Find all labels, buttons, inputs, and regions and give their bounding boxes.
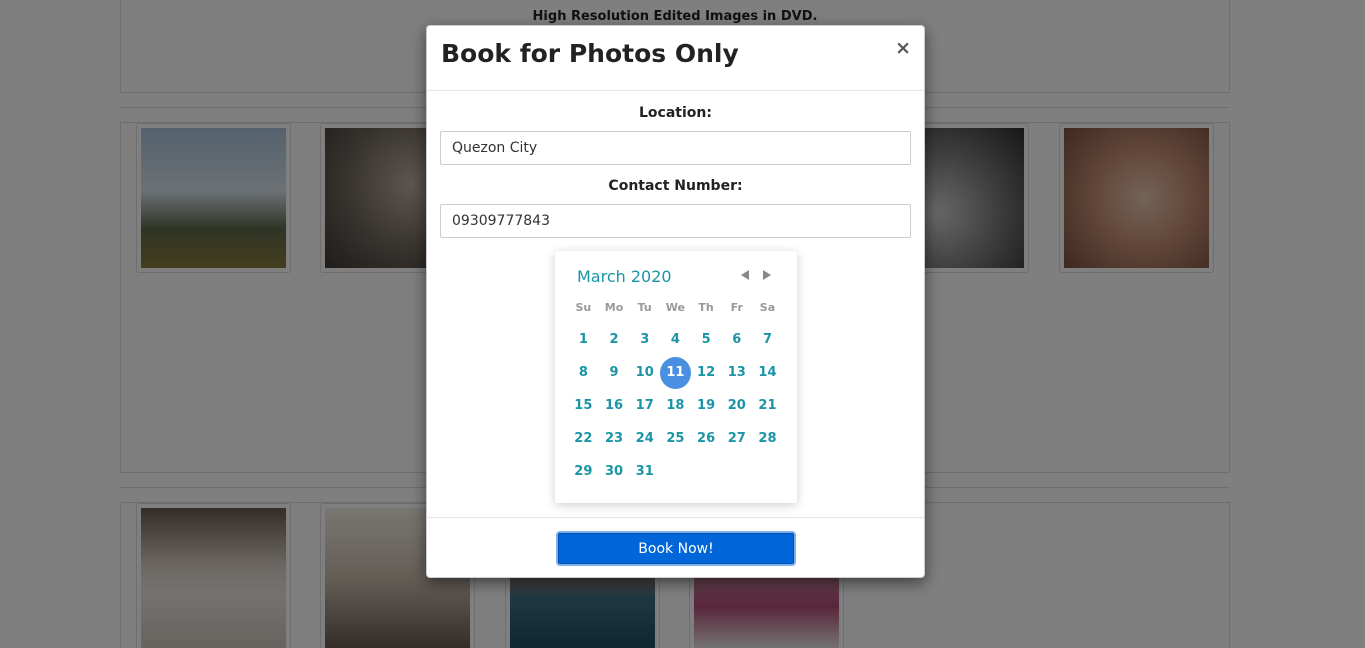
location-input[interactable]	[440, 131, 911, 165]
datepicker-day-label: 9	[609, 365, 619, 380]
next-month-icon[interactable]	[759, 268, 773, 282]
datepicker-day-label: 7	[762, 332, 772, 347]
datepicker-day-label: 30	[604, 464, 624, 479]
datepicker-day[interactable]: 30	[599, 455, 630, 488]
datepicker-day-label: 10	[635, 365, 654, 380]
location-label: Location:	[639, 105, 712, 121]
datepicker-day-label: 20	[727, 398, 746, 413]
datepicker-day[interactable]: 28	[752, 422, 783, 455]
prev-month-icon[interactable]	[738, 268, 752, 282]
contact-number-input[interactable]	[440, 204, 911, 238]
datepicker-day-label: 15	[574, 398, 593, 413]
datepicker-day[interactable]: 5	[691, 323, 722, 356]
datepicker-day-label: 28	[758, 431, 777, 446]
datepicker-day[interactable]: 27	[721, 422, 752, 455]
datepicker-day[interactable]: 3	[629, 323, 660, 356]
datepicker-day-label: 6	[732, 332, 742, 347]
booking-modal: Book for Photos Only × Location: Contact…	[426, 25, 925, 578]
modal-body: Location: Contact Number: March 2020 Su M…	[427, 91, 924, 517]
datepicker-day-label: 22	[574, 431, 593, 446]
datepicker-day[interactable]: 9	[599, 356, 630, 389]
datepicker-day-label: 18	[666, 398, 685, 413]
weekday-header: Su	[575, 301, 592, 314]
book-now-button[interactable]: Book Now!	[556, 531, 796, 566]
datepicker-day[interactable]: 2	[599, 323, 630, 356]
datepicker-day-label: 4	[670, 332, 680, 347]
datepicker-day[interactable]: 10	[629, 356, 660, 389]
datepicker-day-label: 14	[758, 365, 777, 380]
datepicker-day-label: 16	[604, 398, 624, 413]
datepicker-day-label: 3	[640, 332, 650, 347]
datepicker-day[interactable]: 26	[691, 422, 722, 455]
datepicker-day[interactable]: 15	[568, 389, 599, 422]
datepicker-day[interactable]: 25	[660, 422, 691, 455]
datepicker-day-label: 8	[578, 365, 588, 380]
datepicker-day-label: 11	[660, 356, 691, 389]
datepicker-day[interactable]: 16	[599, 389, 630, 422]
datepicker-day[interactable]: 19	[691, 389, 722, 422]
datepicker-day[interactable]: 8	[568, 356, 599, 389]
weekday-header: Mo	[604, 301, 624, 314]
datepicker-day[interactable]: 17	[629, 389, 660, 422]
datepicker-day[interactable]: 20	[721, 389, 752, 422]
datepicker-day-label: 31	[635, 464, 654, 479]
datepicker-day-label: 19	[697, 398, 716, 413]
weekday-header: Fr	[730, 301, 743, 314]
datepicker-day-label: 12	[697, 365, 716, 380]
weekday-header: Sa	[759, 301, 776, 314]
datepicker-day-label: 1	[578, 332, 588, 347]
datepicker-day[interactable]: 7	[752, 323, 783, 356]
datepicker-days: 1 2 3 4 5 6 7 8 9 10 11 12 13 14 15 16 17 18 19 20 21 22 23 24 2…	[568, 323, 783, 488]
modal-footer: Book Now!	[427, 517, 924, 578]
datepicker-day-selected[interactable]: 11	[660, 356, 691, 389]
datepicker-day[interactable]: 4	[660, 323, 691, 356]
datepicker-month-title: March 2020	[577, 267, 672, 286]
datepicker-day-label: 23	[604, 431, 624, 446]
datepicker-day[interactable]: 6	[721, 323, 752, 356]
weekday-header: Th	[698, 301, 714, 314]
weekday-header: We	[665, 301, 685, 314]
datepicker-day-label: 17	[635, 398, 654, 413]
datepicker-day-label: 25	[666, 431, 685, 446]
datepicker-day-label: 13	[727, 365, 746, 380]
datepicker-day-label: 5	[701, 332, 711, 347]
close-icon[interactable]: ×	[895, 39, 911, 58]
datepicker-day[interactable]: 1	[568, 323, 599, 356]
datepicker-day[interactable]: 12	[691, 356, 722, 389]
datepicker-day-label: 27	[727, 431, 746, 446]
datepicker-day-label: 29	[574, 464, 593, 479]
datepicker-day[interactable]: 29	[568, 455, 599, 488]
datepicker-day-label: 21	[758, 398, 777, 413]
contact-label: Contact Number:	[608, 178, 743, 194]
datepicker-day-label: 24	[635, 431, 654, 446]
datepicker-day[interactable]: 14	[752, 356, 783, 389]
datepicker-day-label: 26	[697, 431, 716, 446]
datepicker-day[interactable]: 23	[599, 422, 630, 455]
weekday-header: Tu	[637, 301, 652, 314]
datepicker-day[interactable]: 13	[721, 356, 752, 389]
datepicker-day[interactable]: 22	[568, 422, 599, 455]
datepicker: March 2020 Su Mo Tu We Th Fr Sa 1 2 3 4 5 6 7 8 9 10 11 1…	[555, 251, 797, 503]
modal-header: Book for Photos Only ×	[427, 26, 924, 91]
datepicker-day[interactable]: 18	[660, 389, 691, 422]
datepicker-day[interactable]: 31	[629, 455, 660, 488]
modal-title: Book for Photos Only	[441, 39, 739, 68]
datepicker-day[interactable]: 24	[629, 422, 660, 455]
datepicker-day-label: 2	[609, 332, 619, 347]
datepicker-weekdays: Su Mo Tu We Th Fr Sa	[568, 301, 783, 314]
datepicker-day[interactable]: 21	[752, 389, 783, 422]
